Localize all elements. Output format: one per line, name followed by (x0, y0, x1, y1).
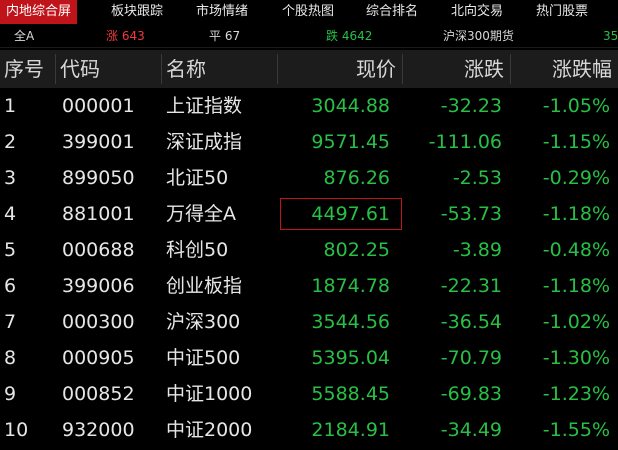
row-seq: 4 (4, 203, 17, 225)
row-price: 3044.88 (311, 95, 390, 117)
column-header-price[interactable]: 现价 (290, 50, 396, 88)
row-code: 899050 (62, 167, 135, 189)
table-row[interactable]: 4 881001 万得全A 4497.61 -53.73 -1.18% (0, 196, 618, 232)
row-change-pct: -1.05% (542, 95, 610, 117)
row-change-pct: -1.18% (542, 203, 610, 225)
row-price: 876.26 (323, 167, 390, 189)
table-row[interactable]: 6 399006 创业板指 1874.78 -22.31 -1.18% (0, 268, 618, 304)
tab-market-sentiment[interactable]: 市场情绪 (196, 0, 248, 24)
row-change-pct: -1.15% (542, 131, 610, 153)
row-change: -53.73 (440, 203, 502, 225)
row-name: 上证指数 (166, 95, 243, 117)
row-change-pct: -1.55% (542, 419, 610, 441)
row-name: 沪深300 (166, 311, 241, 333)
row-seq: 6 (4, 275, 17, 297)
row-seq: 2 (4, 131, 17, 153)
row-name: 北证50 (166, 167, 229, 189)
column-header-code[interactable]: 代码 (60, 50, 100, 88)
row-seq: 7 (4, 311, 17, 333)
tab-stock-heatmap[interactable]: 个股热图 (282, 0, 334, 24)
row-name: 科创50 (166, 239, 229, 261)
row-change: -111.06 (428, 131, 502, 153)
row-code: 399001 (62, 131, 135, 153)
tab-sector-tracking[interactable]: 板块跟踪 (111, 0, 163, 24)
row-seq: 5 (4, 239, 17, 261)
summary-flat-count: 平 67 (209, 29, 241, 43)
table-row[interactable]: 7 000300 沪深300 3544.56 -36.54 -1.02% (0, 304, 618, 340)
row-code: 000905 (62, 347, 135, 369)
row-price: 9571.45 (311, 131, 390, 153)
row-change-pct: -1.02% (542, 311, 610, 333)
table-row[interactable]: 9 000852 中证1000 5588.45 -69.83 -1.23% (0, 376, 618, 412)
row-name: 创业板指 (166, 275, 243, 297)
table-row[interactable]: 3 899050 北证50 876.26 -2.53 -0.29% (0, 160, 618, 196)
column-header-name[interactable]: 名称 (166, 50, 206, 88)
row-name: 万得全A (166, 203, 236, 225)
row-seq: 1 (4, 95, 17, 117)
tab-hot-stocks[interactable]: 热门股票 (536, 0, 588, 24)
row-name: 中证1000 (166, 383, 253, 405)
column-header-seq[interactable]: 序号 (4, 50, 44, 88)
row-change: -70.79 (440, 347, 502, 369)
row-change: -32.23 (440, 95, 502, 117)
row-seq: 9 (4, 383, 17, 405)
table-row[interactable]: 1 000001 上证指数 3044.88 -32.23 -1.05% (0, 88, 618, 124)
table-row[interactable]: 10 932000 中证2000 2184.91 -34.49 -1.55% (0, 412, 618, 448)
row-price: 1874.78 (311, 275, 390, 297)
row-change: -3.89 (452, 239, 502, 261)
summary-down-count: 跌 4642 (326, 29, 373, 43)
summary-futures-value: 35 (603, 29, 618, 43)
row-change-pct: -1.18% (542, 275, 610, 297)
row-code: 000688 (62, 239, 135, 261)
row-price: 5588.45 (311, 383, 390, 405)
table-row[interactable]: 5 000688 科创50 802.25 -3.89 -0.48% (0, 232, 618, 268)
row-change: -22.31 (440, 275, 502, 297)
row-code: 932000 (62, 419, 135, 441)
tab-overall-ranking[interactable]: 综合排名 (366, 0, 418, 24)
index-table: 1 000001 上证指数 3044.88 -32.23 -1.05% 2 399001 深证成… (0, 88, 618, 448)
row-change: -36.54 (440, 311, 502, 333)
row-price: 5395.04 (311, 347, 390, 369)
market-summary: 全A 涨 643 平 67 跌 4642 沪深300期货 35 (0, 24, 618, 48)
column-divider (161, 54, 162, 84)
row-code: 000001 (62, 95, 135, 117)
summary-up-count: 涨 643 (106, 29, 145, 43)
row-price: 802.25 (323, 239, 390, 261)
row-change-pct: -1.23% (542, 383, 610, 405)
row-seq: 3 (4, 167, 17, 189)
row-name: 中证500 (166, 347, 241, 369)
row-code: 000852 (62, 383, 135, 405)
row-name: 深证成指 (166, 131, 243, 153)
table-row[interactable]: 8 000905 中证500 5395.04 -70.79 -1.30% (0, 340, 618, 376)
row-price: 2184.91 (311, 419, 390, 441)
summary-futures-label: 沪深300期货 (443, 29, 514, 43)
summary-market: 全A (14, 29, 35, 43)
row-code: 881001 (62, 203, 135, 225)
column-divider (402, 54, 403, 84)
row-name: 中证2000 (166, 419, 253, 441)
row-change: -2.53 (452, 167, 502, 189)
row-change-pct: -0.29% (542, 167, 610, 189)
column-divider (510, 54, 511, 84)
table-header: 序号 代码 名称 现价 涨跌 涨跌幅 (0, 50, 618, 88)
row-price: 4497.61 (311, 203, 390, 225)
table-row[interactable]: 2 399001 深证成指 9571.45 -111.06 -1.15% (0, 124, 618, 160)
row-price: 3544.56 (311, 311, 390, 333)
row-seq: 10 (4, 419, 29, 441)
tab-mainland-overview[interactable]: 内地综合屏 (0, 0, 78, 24)
row-change-pct: -1.30% (542, 347, 610, 369)
column-header-pct[interactable]: 涨跌幅 (512, 50, 612, 88)
column-divider (55, 54, 56, 84)
tab-northbound-trading[interactable]: 北向交易 (451, 0, 503, 24)
column-header-change[interactable]: 涨跌 (404, 50, 504, 88)
row-change-pct: -0.48% (542, 239, 610, 261)
row-change: -34.49 (440, 419, 502, 441)
row-change: -69.83 (440, 383, 502, 405)
row-code: 399006 (62, 275, 135, 297)
row-code: 000300 (62, 311, 135, 333)
row-seq: 8 (4, 347, 17, 369)
tab-bar: 内地综合屏 板块跟踪 市场情绪 个股热图 综合排名 北向交易 热门股票 (0, 0, 618, 24)
column-divider (277, 54, 278, 84)
